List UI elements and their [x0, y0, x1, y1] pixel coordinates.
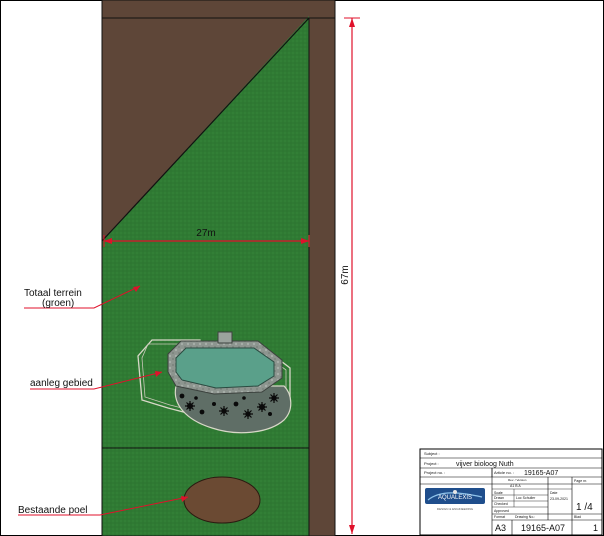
dimension-length-label: 67m — [340, 265, 351, 284]
tb-rev-value: A1 B A — [510, 484, 521, 488]
site-plan-drawing: 27m 67m Totaal terrein (groen) aanleg ge… — [0, 0, 604, 536]
tb-article-no-label: Article no. : — [494, 470, 514, 475]
existing-pond — [183, 476, 261, 524]
tb-drawing-no-value: 19165-A07 — [521, 523, 565, 533]
tb-format-label: Format — [494, 515, 505, 519]
tb-sheet-label: Blad — [574, 515, 581, 519]
tb-project-label: Project : — [424, 461, 439, 466]
tb-drawn-label: Drawn — [494, 496, 504, 500]
tb-project-no-label: Project no. : — [424, 470, 445, 475]
pond-water — [175, 347, 275, 389]
tb-rev-label: Rev. / Version — [508, 478, 527, 482]
tb-approved-label: Approved — [494, 509, 509, 513]
terrain-label-line2: (groen) — [42, 298, 74, 309]
logo-text: AQUALEXIS — [438, 495, 472, 501]
tb-drawn-value: Luc Schuller — [516, 496, 536, 500]
tb-format-value: A3 — [495, 523, 506, 533]
tb-project-value: vijver bioloog Nuth — [456, 461, 514, 468]
tb-subject-label: Subject : — [424, 451, 440, 456]
tb-page-label: Page nr. — [574, 479, 587, 483]
tb-date-label: Date — [550, 491, 557, 495]
tb-date-value: 23-09-2021 — [550, 497, 568, 501]
dimension-width-label: 27m — [196, 228, 215, 239]
skimmer-box — [217, 331, 233, 344]
tb-sheet-value: 1 — [593, 523, 598, 533]
tb-drawing-no-label: Drawing No.: — [515, 515, 535, 519]
construction-label: aanleg gebied — [30, 378, 93, 389]
tb-scale-label: Scale — [494, 491, 503, 495]
tb-page-value: 1 /4 — [576, 502, 593, 513]
tb-article-no-value: 19165-A07 — [524, 470, 558, 477]
tb-checked-label: Checked — [494, 502, 508, 506]
pond-label: Bestaande poel — [18, 505, 88, 516]
logo-tagline: DESIGN & ENGINEERING — [437, 507, 474, 511]
